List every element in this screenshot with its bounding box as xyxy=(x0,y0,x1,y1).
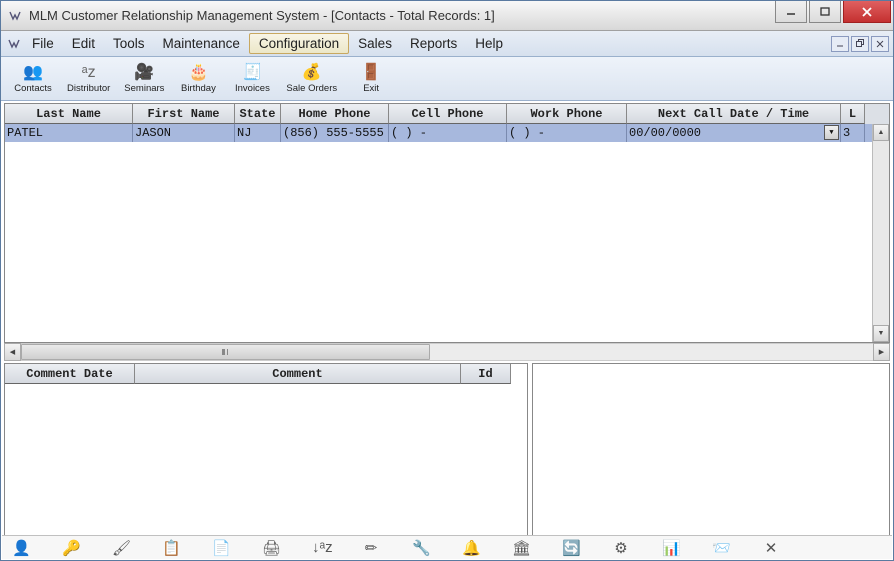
col-state[interactable]: State xyxy=(235,104,281,124)
toolbar-label: Sale Orders xyxy=(286,83,337,94)
distributor-icon: ᵃz xyxy=(82,63,96,83)
minimize-button[interactable] xyxy=(775,1,807,23)
col-work-phone[interactable]: Work Phone xyxy=(507,104,627,124)
app-icon xyxy=(7,8,23,24)
col-id[interactable]: Id xyxy=(461,364,511,384)
contacts-grid[interactable]: Last Name First Name State Home Phone Ce… xyxy=(4,103,890,343)
menu-edit[interactable]: Edit xyxy=(63,31,104,56)
cell-home-phone[interactable]: (856) 555-5555 xyxy=(281,124,389,142)
toolbar-label: Invoices xyxy=(235,83,270,94)
toolbar-label: Birthday xyxy=(181,83,216,94)
table-row[interactable]: PATEL JASON NJ (856) 555-5555 ( ) - ( ) … xyxy=(5,124,889,142)
cell-first-name[interactable]: JASON xyxy=(133,124,235,142)
bottom-close-icon[interactable]: ✕ xyxy=(762,539,780,557)
menu-app-icon xyxy=(5,31,23,56)
toolbar-invoices[interactable]: 🧾 Invoices xyxy=(228,59,276,99)
col-cell-phone[interactable]: Cell Phone xyxy=(389,104,507,124)
window-title: MLM Customer Relationship Management Sys… xyxy=(29,8,775,23)
menu-tools[interactable]: Tools xyxy=(104,31,154,56)
grid-horizontal-scrollbar[interactable]: ◀ ▶ xyxy=(4,343,890,361)
toolbar-seminars[interactable]: 🎥 Seminars xyxy=(120,59,168,99)
exit-icon: 🚪 xyxy=(361,63,381,83)
bottom-wrench-icon[interactable]: 🔧 xyxy=(412,539,430,557)
seminars-icon: 🎥 xyxy=(134,63,154,83)
bottom-bell-icon[interactable]: 🔔 xyxy=(462,539,480,557)
bottom-key-icon[interactable]: 🔑 xyxy=(62,539,80,557)
close-button[interactable] xyxy=(843,1,891,23)
toolbar-sale-orders[interactable]: 💰 Sale Orders xyxy=(282,59,341,99)
bottom-page-icon[interactable]: 📄 xyxy=(212,539,230,557)
contacts-icon: 👥 xyxy=(23,63,43,83)
bottom-toolbar: 👤 🔑 🖌 📋 📄 🖨 ↓ᵃz ✏ 🔧 🔔 🏛 🔄 ⚙ 📊 📨 ✕ xyxy=(2,535,892,559)
birthday-icon: 🎂 xyxy=(188,63,208,83)
toolbar-label: Exit xyxy=(363,83,379,94)
toolbar-label: Distributor xyxy=(67,83,110,94)
mdi-restore-button[interactable] xyxy=(851,36,869,52)
bottom-pencil-icon[interactable]: ✏ xyxy=(362,539,380,557)
scroll-thumb[interactable] xyxy=(21,344,430,360)
col-comment-date[interactable]: Comment Date xyxy=(5,364,135,384)
bottom-clipboard-icon[interactable]: 📋 xyxy=(162,539,180,557)
col-last-name[interactable]: Last Name xyxy=(5,104,133,124)
menu-sales[interactable]: Sales xyxy=(349,31,401,56)
col-home-phone[interactable]: Home Phone xyxy=(281,104,389,124)
bottom-refresh-icon[interactable]: 🔄 xyxy=(562,539,580,557)
menu-maintenance[interactable]: Maintenance xyxy=(154,31,249,56)
menu-help[interactable]: Help xyxy=(466,31,512,56)
cell-state[interactable]: NJ xyxy=(235,124,281,142)
maximize-button[interactable] xyxy=(809,1,841,23)
menu-bar: File Edit Tools Maintenance Configuratio… xyxy=(1,31,893,57)
toolbar-contacts[interactable]: 👥 Contacts xyxy=(9,59,57,99)
toolbar-distributor[interactable]: ᵃz Distributor xyxy=(63,59,114,99)
bottom-gear-icon[interactable]: ⚙ xyxy=(612,539,630,557)
mdi-minimize-button[interactable] xyxy=(831,36,849,52)
lower-panes: Comment Date Comment Id xyxy=(4,363,890,538)
grid-vertical-scrollbar[interactable]: ▲ ▼ xyxy=(872,124,889,342)
title-bar: MLM Customer Relationship Management Sys… xyxy=(1,1,893,31)
main-toolbar: 👥 Contacts ᵃz Distributor 🎥 Seminars 🎂 B… xyxy=(1,57,893,101)
invoices-icon: 🧾 xyxy=(242,63,262,83)
col-next-call[interactable]: Next Call Date / Time xyxy=(627,104,841,124)
detail-pane xyxy=(532,363,890,538)
bottom-brush-icon[interactable]: 🖌 xyxy=(112,539,130,557)
toolbar-exit[interactable]: 🚪 Exit xyxy=(347,59,395,99)
scroll-track[interactable] xyxy=(21,343,873,361)
bottom-building-icon[interactable]: 🏛 xyxy=(512,539,530,557)
bottom-user-icon[interactable]: 👤 xyxy=(12,539,30,557)
toolbar-label: Seminars xyxy=(124,83,164,94)
bottom-chart-icon[interactable]: 📊 xyxy=(662,539,680,557)
comments-grid[interactable]: Comment Date Comment Id xyxy=(4,363,528,538)
toolbar-label: Contacts xyxy=(14,83,52,94)
bottom-sort-icon[interactable]: ↓ᵃz xyxy=(312,539,330,556)
comments-header-row: Comment Date Comment Id xyxy=(5,364,527,384)
toolbar-birthday[interactable]: 🎂 Birthday xyxy=(174,59,222,99)
window-controls xyxy=(775,1,893,30)
col-comment[interactable]: Comment xyxy=(135,364,461,384)
scroll-right-button[interactable]: ▶ xyxy=(873,343,890,361)
scroll-thumb-grip-icon xyxy=(222,349,228,355)
cell-l[interactable]: 3 xyxy=(841,124,865,142)
cell-work-phone[interactable]: ( ) - xyxy=(507,124,627,142)
sale-orders-icon: 💰 xyxy=(302,63,322,83)
menu-configuration[interactable]: Configuration xyxy=(249,33,349,54)
date-dropdown-button[interactable]: ▼ xyxy=(824,125,839,140)
scroll-left-button[interactable]: ◀ xyxy=(4,343,21,361)
bottom-print-icon[interactable]: 🖨 xyxy=(262,539,280,557)
col-first-name[interactable]: First Name xyxy=(133,104,235,124)
mdi-controls xyxy=(831,31,893,56)
menu-reports[interactable]: Reports xyxy=(401,31,466,56)
scroll-down-button[interactable]: ▼ xyxy=(873,325,889,342)
cell-last-name[interactable]: PATEL xyxy=(5,124,133,142)
mdi-close-button[interactable] xyxy=(871,36,889,52)
cell-next-call[interactable]: 00/00/0000 ▼ xyxy=(627,124,841,142)
cell-next-call-value: 00/00/0000 xyxy=(629,126,701,140)
grid-header-row: Last Name First Name State Home Phone Ce… xyxy=(5,104,889,124)
scroll-up-button[interactable]: ▲ xyxy=(873,124,889,141)
col-l[interactable]: L xyxy=(841,104,865,124)
menu-file[interactable]: File xyxy=(23,31,63,56)
cell-cell-phone[interactable]: ( ) - xyxy=(389,124,507,142)
bottom-mail-icon[interactable]: 📨 xyxy=(712,539,730,557)
